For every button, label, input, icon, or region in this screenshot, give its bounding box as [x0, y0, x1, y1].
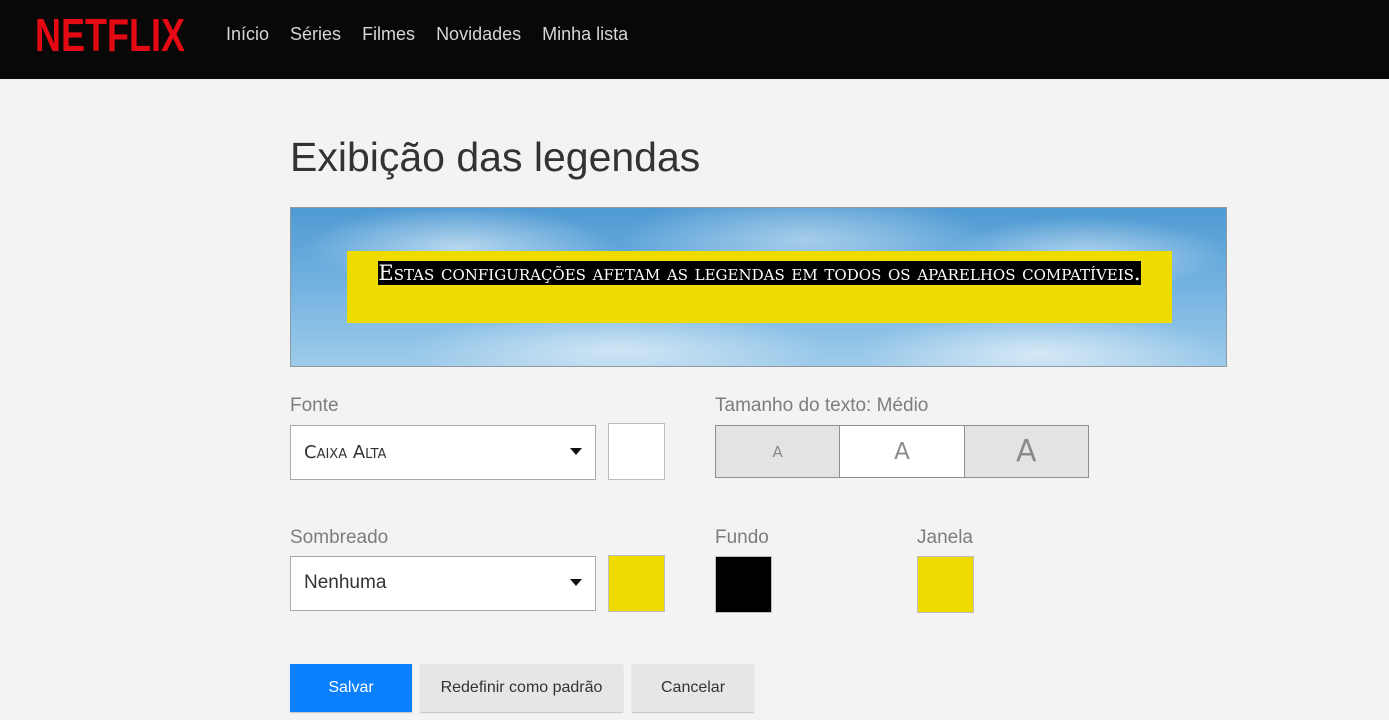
window-color-swatch[interactable] [917, 556, 974, 613]
text-size-selector: A A A [715, 425, 1089, 478]
font-select-value: Caixa Alta [304, 442, 387, 463]
chevron-down-icon [570, 448, 582, 455]
subtitle-preview-text: Estas configurações afetam as legendas e… [378, 261, 1141, 285]
nav-inicio[interactable]: Início [226, 24, 269, 45]
shadow-label: Sombreado [290, 527, 389, 548]
nav-novidades[interactable]: Novidades [436, 24, 521, 45]
background-color-swatch[interactable] [715, 556, 772, 613]
cancel-button[interactable]: Cancelar [632, 664, 754, 712]
text-size-small-button[interactable]: A [716, 426, 840, 477]
font-label: Fonte [290, 395, 339, 416]
nav-filmes[interactable]: Filmes [362, 24, 415, 45]
netflix-logo[interactable]: NETFLIX [35, 10, 187, 58]
window-label: Janela [917, 527, 973, 548]
shadow-select-value: Nenhuma [304, 572, 387, 593]
subtitle-window-preview: Estas configurações afetam as legendas e… [347, 251, 1172, 323]
text-size-label: Tamanho do texto: Médio [715, 395, 929, 416]
text-size-large-button[interactable]: A [963, 426, 1088, 477]
logo-text: NETFLIX [35, 10, 185, 58]
font-select[interactable]: Caixa Alta [290, 425, 596, 480]
reset-default-button[interactable]: Redefinir como padrão [420, 664, 623, 712]
nav-minha-lista[interactable]: Minha lista [542, 24, 628, 45]
save-button[interactable]: Salvar [290, 664, 412, 712]
top-navigation-bar: NETFLIX Início Séries Filmes Novidades M… [0, 0, 1389, 79]
background-label: Fundo [715, 527, 769, 548]
shadow-color-swatch[interactable] [608, 555, 665, 612]
chevron-down-icon [570, 579, 582, 586]
shadow-select[interactable]: Nenhuma [290, 556, 596, 611]
nav-series[interactable]: Séries [290, 24, 341, 45]
main-nav: Início Séries Filmes Novidades Minha lis… [226, 24, 649, 45]
text-size-medium-button[interactable]: A [839, 426, 964, 477]
font-color-swatch[interactable] [608, 423, 665, 480]
page-title: Exibição das legendas [290, 134, 701, 180]
subtitle-preview: Estas configurações afetam as legendas e… [290, 207, 1227, 367]
